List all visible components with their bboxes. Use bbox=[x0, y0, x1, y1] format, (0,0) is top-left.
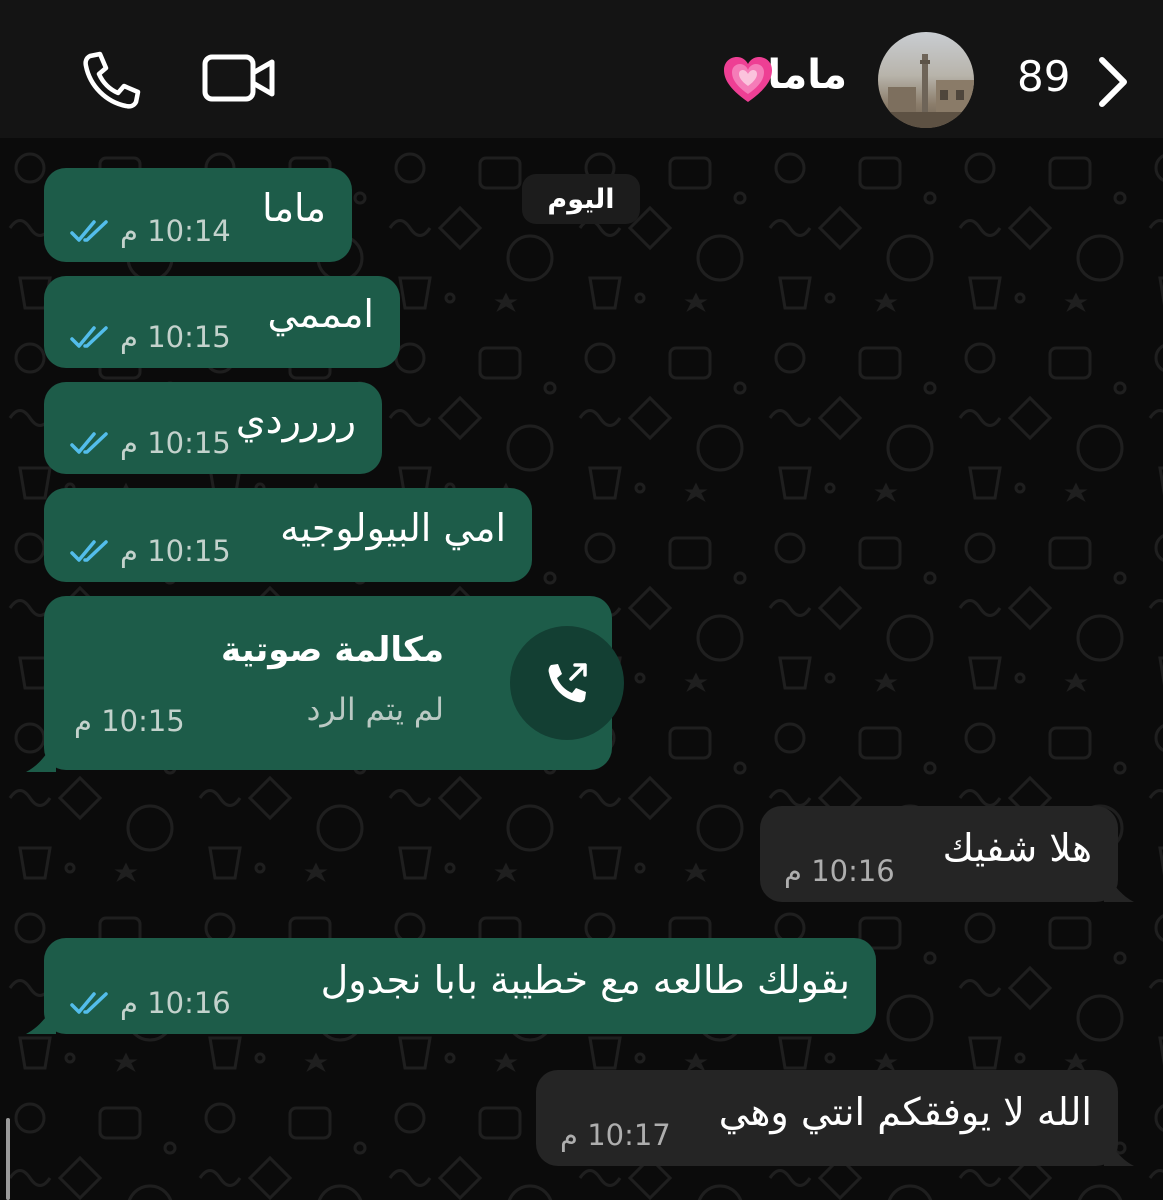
outgoing-call-icon bbox=[548, 663, 587, 703]
message-text: امممي bbox=[267, 292, 374, 336]
message-time: 10:15 م bbox=[74, 704, 185, 738]
message-meta: 10:16 م bbox=[784, 854, 895, 888]
message-text: ماما bbox=[262, 186, 326, 230]
message-time: 10:14 م bbox=[120, 214, 231, 248]
bubble-tail bbox=[26, 1002, 56, 1034]
chevron-right-icon[interactable] bbox=[1096, 56, 1130, 108]
unread-count[interactable]: 89 bbox=[1017, 52, 1070, 101]
message-meta: 10:14 م bbox=[70, 214, 231, 248]
avatar[interactable] bbox=[878, 32, 974, 128]
outgoing-message[interactable]: بقولك طالعه مع خطيبة بابا نجدول 10:16 م bbox=[44, 938, 876, 1034]
bubble-tail bbox=[1104, 1134, 1134, 1166]
outgoing-message[interactable]: امممي 10:15 م bbox=[44, 276, 400, 368]
message-time: 10:15 م bbox=[120, 320, 231, 354]
message-time: 10:16 م bbox=[120, 986, 231, 1020]
outgoing-message[interactable]: ماما 10:14 م bbox=[44, 168, 352, 262]
read-ticks-icon bbox=[70, 992, 108, 1014]
incoming-message[interactable]: الله لا يوفقكم انتي وهي 10:17 م bbox=[536, 1070, 1118, 1166]
message-time: 10:17 م bbox=[560, 1118, 671, 1152]
read-ticks-icon bbox=[70, 326, 108, 348]
message-time: 10:15 م bbox=[120, 426, 231, 460]
call-title: مكالمة صوتية bbox=[220, 630, 444, 670]
bubble-tail bbox=[1104, 870, 1134, 902]
message-text: بقولك طالعه مع خطيبة بابا نجدول bbox=[320, 958, 850, 1002]
message-text: هلا شفيك bbox=[942, 826, 1092, 870]
read-ticks-icon bbox=[70, 432, 108, 454]
heart-icon bbox=[724, 57, 772, 102]
voice-call-message[interactable]: مكالمة صوتية لم يتم الرد 10:15 م bbox=[44, 596, 624, 770]
read-ticks-icon bbox=[70, 220, 108, 242]
message-meta: 10:15 م bbox=[70, 426, 231, 460]
message-time: 10:15 م bbox=[120, 534, 231, 568]
bubble-tail bbox=[26, 738, 56, 772]
message-meta: 10:15 م bbox=[70, 534, 231, 568]
message-text: الله لا يوفقكم انتي وهي bbox=[718, 1090, 1092, 1134]
call-status: لم يتم الرد bbox=[306, 692, 444, 728]
chat-header: 89 ماما bbox=[0, 0, 1163, 138]
outgoing-message[interactable]: امي البيولوجيه 10:15 م bbox=[44, 488, 532, 582]
message-time: 10:16 م bbox=[784, 854, 895, 888]
outgoing-message[interactable]: رررردي 10:15 م bbox=[44, 382, 382, 474]
scrollbar[interactable] bbox=[6, 1118, 10, 1200]
message-meta: 10:17 م bbox=[560, 1118, 671, 1152]
date-separator: اليوم bbox=[522, 174, 640, 224]
message-meta: 10:15 م bbox=[74, 704, 185, 738]
video-call-icon[interactable] bbox=[202, 54, 276, 102]
voice-call-icon[interactable] bbox=[80, 50, 142, 110]
incoming-message[interactable]: هلا شفيك 10:16 م bbox=[760, 806, 1118, 902]
read-ticks-icon bbox=[70, 540, 108, 562]
message-text: رررردي bbox=[235, 398, 356, 442]
message-meta: 10:16 م bbox=[70, 986, 231, 1020]
call-button[interactable] bbox=[510, 626, 624, 740]
message-text: امي البيولوجيه bbox=[280, 506, 506, 550]
chat-area[interactable]: اليوم ماما 10:14 م امممي 10:15 م رررردي … bbox=[0, 138, 1163, 1200]
message-meta: 10:15 م bbox=[70, 320, 231, 354]
contact-name[interactable]: ماما bbox=[767, 52, 847, 98]
